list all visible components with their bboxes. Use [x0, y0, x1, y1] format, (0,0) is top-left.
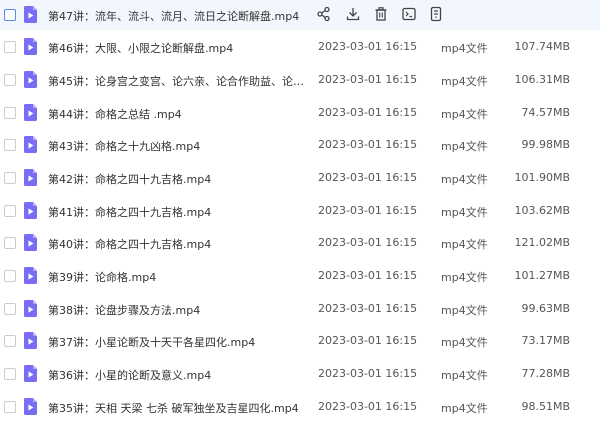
- file-name[interactable]: 第47讲：流年、流斗、流月、流日之论断解盘.mp4: [48, 8, 318, 24]
- file-row[interactable]: 第44讲：命格之总结 .mp4 2023-03-01 16:15 mp4文件 7…: [0, 98, 600, 128]
- row-checkbox[interactable]: [4, 335, 16, 347]
- file-size: 107.74MB: [514, 40, 570, 53]
- file-row[interactable]: 第36讲：小星的论断及意义.mp4 2023-03-01 16:15 mp4文件…: [0, 359, 600, 389]
- video-file-icon: [24, 202, 37, 219]
- video-file-icon: [24, 104, 37, 121]
- row-checkbox[interactable]: [4, 41, 16, 53]
- file-row[interactable]: 第37讲：小星论断及十天干各星四化.mp4 2023-03-01 16:15 m…: [0, 326, 600, 356]
- file-size: 73.17MB: [521, 334, 570, 347]
- video-file-icon: [24, 300, 37, 317]
- file-size: 121.02MB: [514, 236, 570, 249]
- file-size: 99.63MB: [521, 302, 570, 315]
- file-size: 98.51MB: [521, 400, 570, 413]
- file-date: 2023-03-01 16:15: [318, 367, 418, 380]
- file-size: 101.90MB: [514, 171, 570, 184]
- file-row[interactable]: 第45讲：论身宫之变宫、论六亲、论合作助益、论田宅.mp4 2023-03-01…: [0, 65, 600, 95]
- more-icon[interactable]: [428, 6, 444, 22]
- file-date: 2023-03-01 16:15: [318, 171, 418, 184]
- file-row[interactable]: 第35讲：天相 天梁 七杀 破军独坐及吉星四化.mp4 2023-03-01 1…: [0, 392, 600, 422]
- file-date: 2023-03-01 16:15: [318, 138, 418, 151]
- delete-icon[interactable]: [373, 6, 389, 22]
- file-row[interactable]: 第46讲：大限、小限之论断解盘.mp4 2023-03-01 16:15 mp4…: [0, 32, 600, 62]
- file-date: 2023-03-01 16:15: [318, 400, 418, 413]
- file-name[interactable]: 第36讲：小星的论断及意义.mp4: [48, 367, 310, 383]
- video-file-icon: [24, 136, 37, 153]
- file-size: 99.98MB: [521, 138, 570, 151]
- file-name[interactable]: 第35讲：天相 天梁 七杀 破军独坐及吉星四化.mp4: [48, 400, 310, 416]
- file-name[interactable]: 第38讲：论盘步骤及方法.mp4: [48, 302, 310, 318]
- file-date: 2023-03-01 16:15: [318, 204, 418, 217]
- file-row[interactable]: 第40讲：命格之四十九吉格.mp4 2023-03-01 16:15 mp4文件…: [0, 228, 600, 258]
- row-checkbox[interactable]: [4, 107, 16, 119]
- file-name[interactable]: 第39讲：论命格.mp4: [48, 269, 310, 285]
- file-size: 101.27MB: [514, 269, 570, 282]
- file-size: 77.28MB: [521, 367, 570, 380]
- video-file-icon: [24, 332, 37, 349]
- file-row[interactable]: 第43讲：命格之十九凶格.mp4 2023-03-01 16:15 mp4文件 …: [0, 130, 600, 160]
- row-checkbox[interactable]: [4, 303, 16, 315]
- file-size: 74.57MB: [521, 106, 570, 119]
- file-size: 103.62MB: [514, 204, 570, 217]
- file-name[interactable]: 第45讲：论身宫之变宫、论六亲、论合作助益、论田宅.mp4: [48, 73, 310, 89]
- video-file-icon: [24, 267, 37, 284]
- file-row[interactable]: 第41讲：命格之四十九吉格.mp4 2023-03-01 16:15 mp4文件…: [0, 196, 600, 226]
- file-name[interactable]: 第40讲：命格之四十九吉格.mp4: [48, 236, 310, 252]
- file-date: 2023-03-01 16:15: [318, 269, 418, 282]
- row-checkbox[interactable]: [4, 9, 16, 21]
- file-list: 第47讲：流年、流斗、流月、流日之论断解盘.mp4 第46讲：大限、小限之论断解…: [0, 0, 600, 425]
- subtitle-icon[interactable]: [401, 6, 417, 22]
- file-date: 2023-03-01 16:15: [318, 106, 418, 119]
- file-date: 2023-03-01 16:15: [318, 334, 418, 347]
- file-name[interactable]: 第43讲：命格之十九凶格.mp4: [48, 138, 310, 154]
- row-checkbox[interactable]: [4, 270, 16, 282]
- file-date: 2023-03-01 16:15: [318, 302, 418, 315]
- file-name[interactable]: 第41讲：命格之四十九吉格.mp4: [48, 204, 310, 220]
- file-date: 2023-03-01 16:15: [318, 40, 418, 53]
- video-file-icon: [24, 6, 37, 23]
- row-checkbox[interactable]: [4, 139, 16, 151]
- video-file-icon: [24, 365, 37, 382]
- row-checkbox[interactable]: [4, 205, 16, 217]
- video-file-icon: [24, 38, 37, 55]
- file-row[interactable]: 第47讲：流年、流斗、流月、流日之论断解盘.mp4: [0, 0, 600, 30]
- file-date: 2023-03-01 16:15: [318, 236, 418, 249]
- file-name[interactable]: 第46讲：大限、小限之论断解盘.mp4: [48, 40, 310, 56]
- video-file-icon: [24, 234, 37, 251]
- row-checkbox[interactable]: [4, 401, 16, 413]
- video-file-icon: [24, 71, 37, 88]
- download-icon[interactable]: [345, 6, 361, 22]
- file-name[interactable]: 第37讲：小星论断及十天干各星四化.mp4: [48, 334, 310, 350]
- file-row[interactable]: 第39讲：论命格.mp4 2023-03-01 16:15 mp4文件 101.…: [0, 261, 600, 291]
- file-size: 106.31MB: [514, 73, 570, 86]
- share-icon[interactable]: [316, 6, 332, 22]
- file-name[interactable]: 第42讲：命格之四十九吉格.mp4: [48, 171, 310, 187]
- row-checkbox[interactable]: [4, 74, 16, 86]
- row-checkbox[interactable]: [4, 172, 16, 184]
- video-file-icon: [24, 398, 37, 415]
- row-checkbox[interactable]: [4, 368, 16, 380]
- file-date: 2023-03-01 16:15: [318, 73, 418, 86]
- file-row[interactable]: 第38讲：论盘步骤及方法.mp4 2023-03-01 16:15 mp4文件 …: [0, 294, 600, 324]
- video-file-icon: [24, 169, 37, 186]
- file-name[interactable]: 第44讲：命格之总结 .mp4: [48, 106, 310, 122]
- row-checkbox[interactable]: [4, 237, 16, 249]
- file-row[interactable]: 第42讲：命格之四十九吉格.mp4 2023-03-01 16:15 mp4文件…: [0, 163, 600, 193]
